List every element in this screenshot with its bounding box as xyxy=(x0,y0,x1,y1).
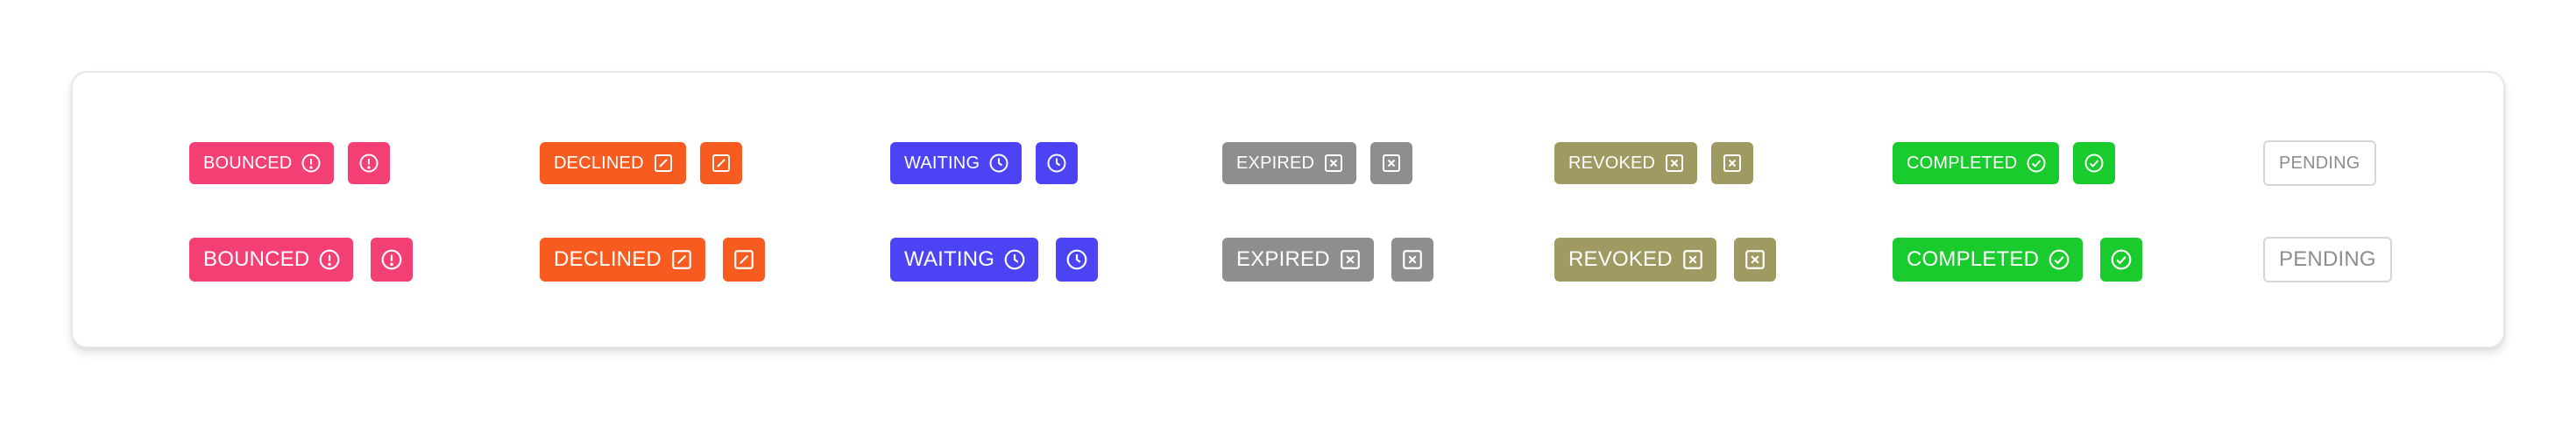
waiting-badge: WAITING xyxy=(890,238,1039,282)
completed-icon-badge xyxy=(2073,142,2116,184)
revoked-badge-label: REVOKED xyxy=(1568,247,1673,271)
pending-badge: PENDING xyxy=(2263,140,2376,186)
exclamation-circle-icon xyxy=(380,248,403,271)
declined-badge-group: DECLINED xyxy=(540,142,742,184)
bounced-badge-label: BOUNCED xyxy=(203,247,310,271)
clock-icon xyxy=(1065,248,1088,271)
waiting-badge-label: WAITING xyxy=(904,153,980,173)
completed-badge-group: COMPLETED xyxy=(1893,142,2116,184)
expired-icon-badge xyxy=(1391,238,1433,282)
status-badges-card: BOUNCED DECLINED WAITING EXPIRED REVOKED… xyxy=(71,71,2505,348)
pending-badge-label: PENDING xyxy=(2279,247,2376,271)
waiting-badge-group: WAITING xyxy=(890,238,1099,282)
completed-badge: COMPLETED xyxy=(1893,238,2084,282)
x-square-icon xyxy=(1401,248,1424,271)
declined-badge-label: DECLINED xyxy=(554,247,662,271)
waiting-badge-label: WAITING xyxy=(904,247,995,271)
check-circle-icon xyxy=(2048,248,2070,271)
x-square-icon xyxy=(1323,153,1344,174)
clock-icon xyxy=(1046,153,1067,174)
completed-badge-group: COMPLETED xyxy=(1893,238,2143,282)
revoked-icon-badge xyxy=(1711,142,1754,184)
expired-badge-label: EXPIRED xyxy=(1236,153,1315,173)
x-square-icon xyxy=(1722,153,1743,174)
expired-badge-group: EXPIRED xyxy=(1222,142,1413,184)
pending-badge-label: PENDING xyxy=(2279,153,2360,173)
pencil-square-icon xyxy=(711,153,732,174)
check-circle-icon xyxy=(2026,153,2047,174)
x-square-icon xyxy=(1381,153,1402,174)
bounced-badge-group: BOUNCED xyxy=(189,142,391,184)
declined-badge-label: DECLINED xyxy=(554,153,644,173)
x-square-icon xyxy=(1339,248,1362,271)
waiting-badge: WAITING xyxy=(890,142,1023,184)
expired-badge-label: EXPIRED xyxy=(1236,247,1330,271)
revoked-icon-badge xyxy=(1733,238,1776,282)
pencil-square-icon xyxy=(732,248,755,271)
pending-badge-group: PENDING xyxy=(2263,237,2392,282)
x-square-icon xyxy=(1664,153,1685,174)
waiting-badge-group: WAITING xyxy=(890,142,1079,184)
revoked-badge: REVOKED xyxy=(1554,238,1716,282)
exclamation-circle-icon xyxy=(318,248,341,271)
pencil-square-icon xyxy=(653,153,674,174)
completed-badge-label: COMPLETED xyxy=(1907,247,2040,271)
check-circle-icon xyxy=(2110,248,2133,271)
clock-icon xyxy=(1003,248,1026,271)
exclamation-circle-icon xyxy=(301,153,322,174)
bounced-icon-badge xyxy=(348,142,391,184)
completed-badge-label: COMPLETED xyxy=(1907,153,2018,173)
completed-icon-badge xyxy=(2100,238,2143,282)
bounced-badge: BOUNCED xyxy=(189,142,335,184)
declined-icon-badge xyxy=(722,238,765,282)
expired-badge-group: EXPIRED xyxy=(1222,238,1433,282)
revoked-badge: REVOKED xyxy=(1554,142,1698,184)
pending-badge-group: PENDING xyxy=(2263,140,2376,186)
declined-badge: DECLINED xyxy=(540,238,705,282)
waiting-icon-badge xyxy=(1036,142,1079,184)
exclamation-circle-icon xyxy=(358,153,379,174)
revoked-badge-group: REVOKED xyxy=(1554,142,1754,184)
declined-icon-badge xyxy=(699,142,742,184)
bounced-icon-badge xyxy=(371,238,414,282)
bounced-badge: BOUNCED xyxy=(189,238,354,282)
expired-badge: EXPIRED xyxy=(1222,142,1357,184)
pending-badge: PENDING xyxy=(2263,237,2392,282)
expired-icon-badge xyxy=(1370,142,1413,184)
x-square-icon xyxy=(1744,248,1766,271)
x-square-icon xyxy=(1681,248,1704,271)
declined-badge-group: DECLINED xyxy=(540,238,765,282)
declined-badge: DECLINED xyxy=(540,142,686,184)
completed-badge: COMPLETED xyxy=(1893,142,2060,184)
clock-icon xyxy=(988,153,1009,174)
revoked-badge-group: REVOKED xyxy=(1554,238,1776,282)
pencil-square-icon xyxy=(670,248,693,271)
bounced-badge-label: BOUNCED xyxy=(203,153,293,173)
bounced-badge-group: BOUNCED xyxy=(189,238,414,282)
expired-badge: EXPIRED xyxy=(1222,238,1374,282)
revoked-badge-label: REVOKED xyxy=(1568,153,1656,173)
check-circle-icon xyxy=(2084,153,2105,174)
waiting-icon-badge xyxy=(1056,238,1099,282)
